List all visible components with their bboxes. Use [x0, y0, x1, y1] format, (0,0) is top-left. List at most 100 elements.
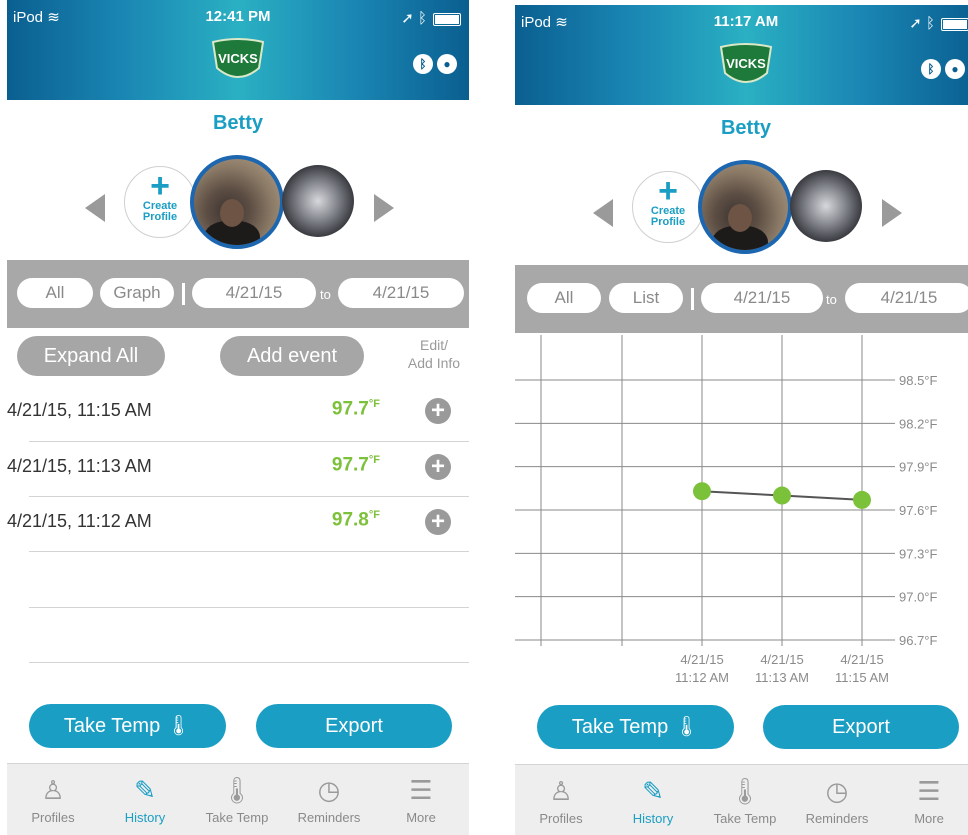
status-time: 11:17 AM [713, 13, 779, 30]
next-profile-avatar[interactable] [282, 165, 354, 237]
menu-icon: ☰ [409, 775, 433, 805]
chart-x-tick-label: 4/21/15 [760, 652, 803, 667]
person-icon: ♙ [549, 776, 573, 806]
chart-x-tick-label: 4/21/15 [840, 652, 883, 667]
menu-icon: ☰ [917, 776, 941, 806]
reading-datetime: 4/21/15, 11:13 AM [7, 456, 152, 476]
row-divider [29, 551, 469, 552]
next-profile-avatar[interactable] [790, 170, 862, 242]
chart-y-tick-label: 97.6°F [899, 503, 938, 518]
carousel-next-arrow-icon[interactable] [374, 194, 394, 222]
vicks-logo: VICKS [211, 38, 265, 78]
svg-text:VICKS: VICKS [218, 51, 258, 66]
carousel-prev-arrow-icon[interactable] [593, 199, 613, 227]
app-header: iPod ≋ 11:17 AM ➚ ᛒ VICKS ᛒ ● [515, 5, 968, 105]
create-profile-button[interactable]: + Create Profile [124, 166, 196, 238]
tab-take-temp[interactable]: 🌡 Take Temp [699, 765, 791, 826]
notepad-pencil-icon: ✎ [642, 776, 664, 806]
from-date-field[interactable]: 4/21/15 [192, 278, 316, 308]
status-bar: iPod ≋ 12:41 PM ➚ ᛒ [7, 6, 469, 28]
filter-all-button[interactable]: All [527, 283, 601, 313]
tab-more[interactable]: ☰ More [883, 765, 968, 826]
reading-row[interactable]: 4/21/15, 11:15 AM 97.7°F + [7, 384, 462, 439]
tab-history[interactable]: ✎ History [607, 765, 699, 826]
reading-temperature: 97.8°F [331, 509, 380, 531]
selected-profile-avatar[interactable] [190, 155, 284, 249]
date-filter-bar: All Graph 4/21/15 to 4/21/15 [7, 260, 469, 328]
take-temp-button[interactable]: Take Temp 🌡 [29, 704, 226, 748]
location-icon: ➚ [401, 10, 414, 27]
chart-x-tick-label: 11:12 AM [675, 670, 729, 685]
add-info-plus-icon[interactable]: + [425, 398, 451, 424]
to-label: to [320, 287, 331, 302]
reading-row[interactable]: 4/21/15, 11:12 AM 97.8°F + [7, 495, 462, 550]
profile-name: Betty [212, 112, 263, 134]
export-button[interactable]: Export [256, 704, 452, 748]
chart-x-tick-label: 11:15 AM [835, 670, 889, 685]
tab-bar: ♙ Profiles ✎ History 🌡 Take Temp ◷ Reminders… [515, 764, 968, 835]
tab-profiles[interactable]: ♙ Profiles [515, 765, 607, 826]
add-event-button[interactable]: Add event [220, 336, 364, 376]
carousel-prev-arrow-icon[interactable] [85, 194, 105, 222]
chart-data-point [853, 490, 871, 509]
bluetooth-status-icon[interactable]: ᛒ [413, 54, 433, 74]
thermometer-icon: 🌡 [220, 775, 254, 805]
temperature-chart-svg: 98.5°F 98.2°F 97.9°F 97.6°F 97.3°F 97.0°F 96.7… [515, 335, 938, 685]
app-header: iPod ≋ 12:41 PM ➚ ᛒ VICKS ᛒ ● [7, 0, 469, 100]
battery-icon [941, 17, 968, 31]
add-info-plus-icon[interactable]: + [425, 509, 451, 535]
chart-y-tick-label: 98.5°F [899, 373, 938, 388]
carousel-next-arrow-icon[interactable] [882, 199, 902, 227]
vicks-logo: VICKS [719, 43, 773, 83]
to-label: to [826, 292, 837, 307]
tab-history[interactable]: ✎ History [99, 764, 191, 825]
plus-icon: + [150, 167, 170, 205]
profile-carousel: + Create Profile [7, 155, 469, 250]
status-right-icons: ➚ ᛒ [909, 14, 968, 32]
filter-separator [182, 283, 185, 305]
thermometer-icon: 🌡 [673, 716, 700, 738]
selected-profile-avatar[interactable] [698, 160, 792, 254]
tab-reminders[interactable]: ◷ Reminders [791, 765, 883, 826]
location-pin-icon[interactable]: ● [437, 54, 457, 74]
reading-row[interactable]: 4/21/15, 11:13 AM 97.7°F + [7, 440, 462, 495]
reading-datetime: 4/21/15, 11:12 AM [7, 511, 152, 531]
filter-separator [691, 288, 694, 310]
person-icon: ♙ [41, 775, 65, 805]
chart-data-point [693, 482, 711, 501]
history-list-screen: iPod ≋ 12:41 PM ➚ ᛒ VICKS ᛒ ● Betty + Cre… [7, 0, 469, 835]
create-profile-button[interactable]: + Create Profile [632, 171, 704, 243]
reading-temperature: 97.7°F [331, 398, 380, 420]
chart-data-point [773, 486, 791, 505]
chart-y-tick-label: 96.7°F [899, 633, 938, 648]
thermometer-icon: 🌡 [728, 776, 762, 806]
status-right-icons: ➚ ᛒ [401, 9, 461, 27]
location-pin-icon[interactable]: ● [945, 59, 965, 79]
plus-icon: + [658, 172, 678, 210]
header-icons: ᛒ ● [409, 54, 457, 74]
export-button[interactable]: Export [763, 705, 959, 749]
tab-reminders[interactable]: ◷ Reminders [283, 764, 375, 825]
filter-all-button[interactable]: All [17, 278, 93, 308]
status-bar: iPod ≋ 11:17 AM ➚ ᛒ [515, 11, 968, 33]
graph-toggle-button[interactable]: Graph [100, 278, 174, 308]
take-temp-button[interactable]: Take Temp 🌡 [537, 705, 734, 749]
chart-y-tick-label: 97.3°F [899, 546, 938, 561]
reading-datetime: 4/21/15, 11:15 AM [7, 400, 152, 420]
tab-take-temp[interactable]: 🌡 Take Temp [191, 764, 283, 825]
list-toggle-button[interactable]: List [609, 283, 683, 313]
to-date-field[interactable]: 4/21/15 [338, 278, 464, 308]
to-date-field[interactable]: 4/21/15 [845, 283, 968, 313]
add-info-plus-icon[interactable]: + [425, 454, 451, 480]
expand-all-button[interactable]: Expand All [17, 336, 165, 376]
bluetooth-status-icon[interactable]: ᛒ [921, 59, 941, 79]
tab-profiles[interactable]: ♙ Profiles [7, 764, 99, 825]
chart-x-tick-label: 11:13 AM [755, 670, 809, 685]
battery-icon [433, 12, 461, 26]
thermometer-icon: 🌡 [165, 715, 192, 737]
svg-text:VICKS: VICKS [726, 56, 766, 71]
date-filter-bar: All List 4/21/15 to 4/21/15 [515, 265, 968, 333]
tab-more[interactable]: ☰ More [375, 764, 467, 825]
temperature-chart: 98.5°F 98.2°F 97.9°F 97.6°F 97.3°F 97.0°F 96.7… [515, 335, 968, 695]
from-date-field[interactable]: 4/21/15 [701, 283, 823, 313]
